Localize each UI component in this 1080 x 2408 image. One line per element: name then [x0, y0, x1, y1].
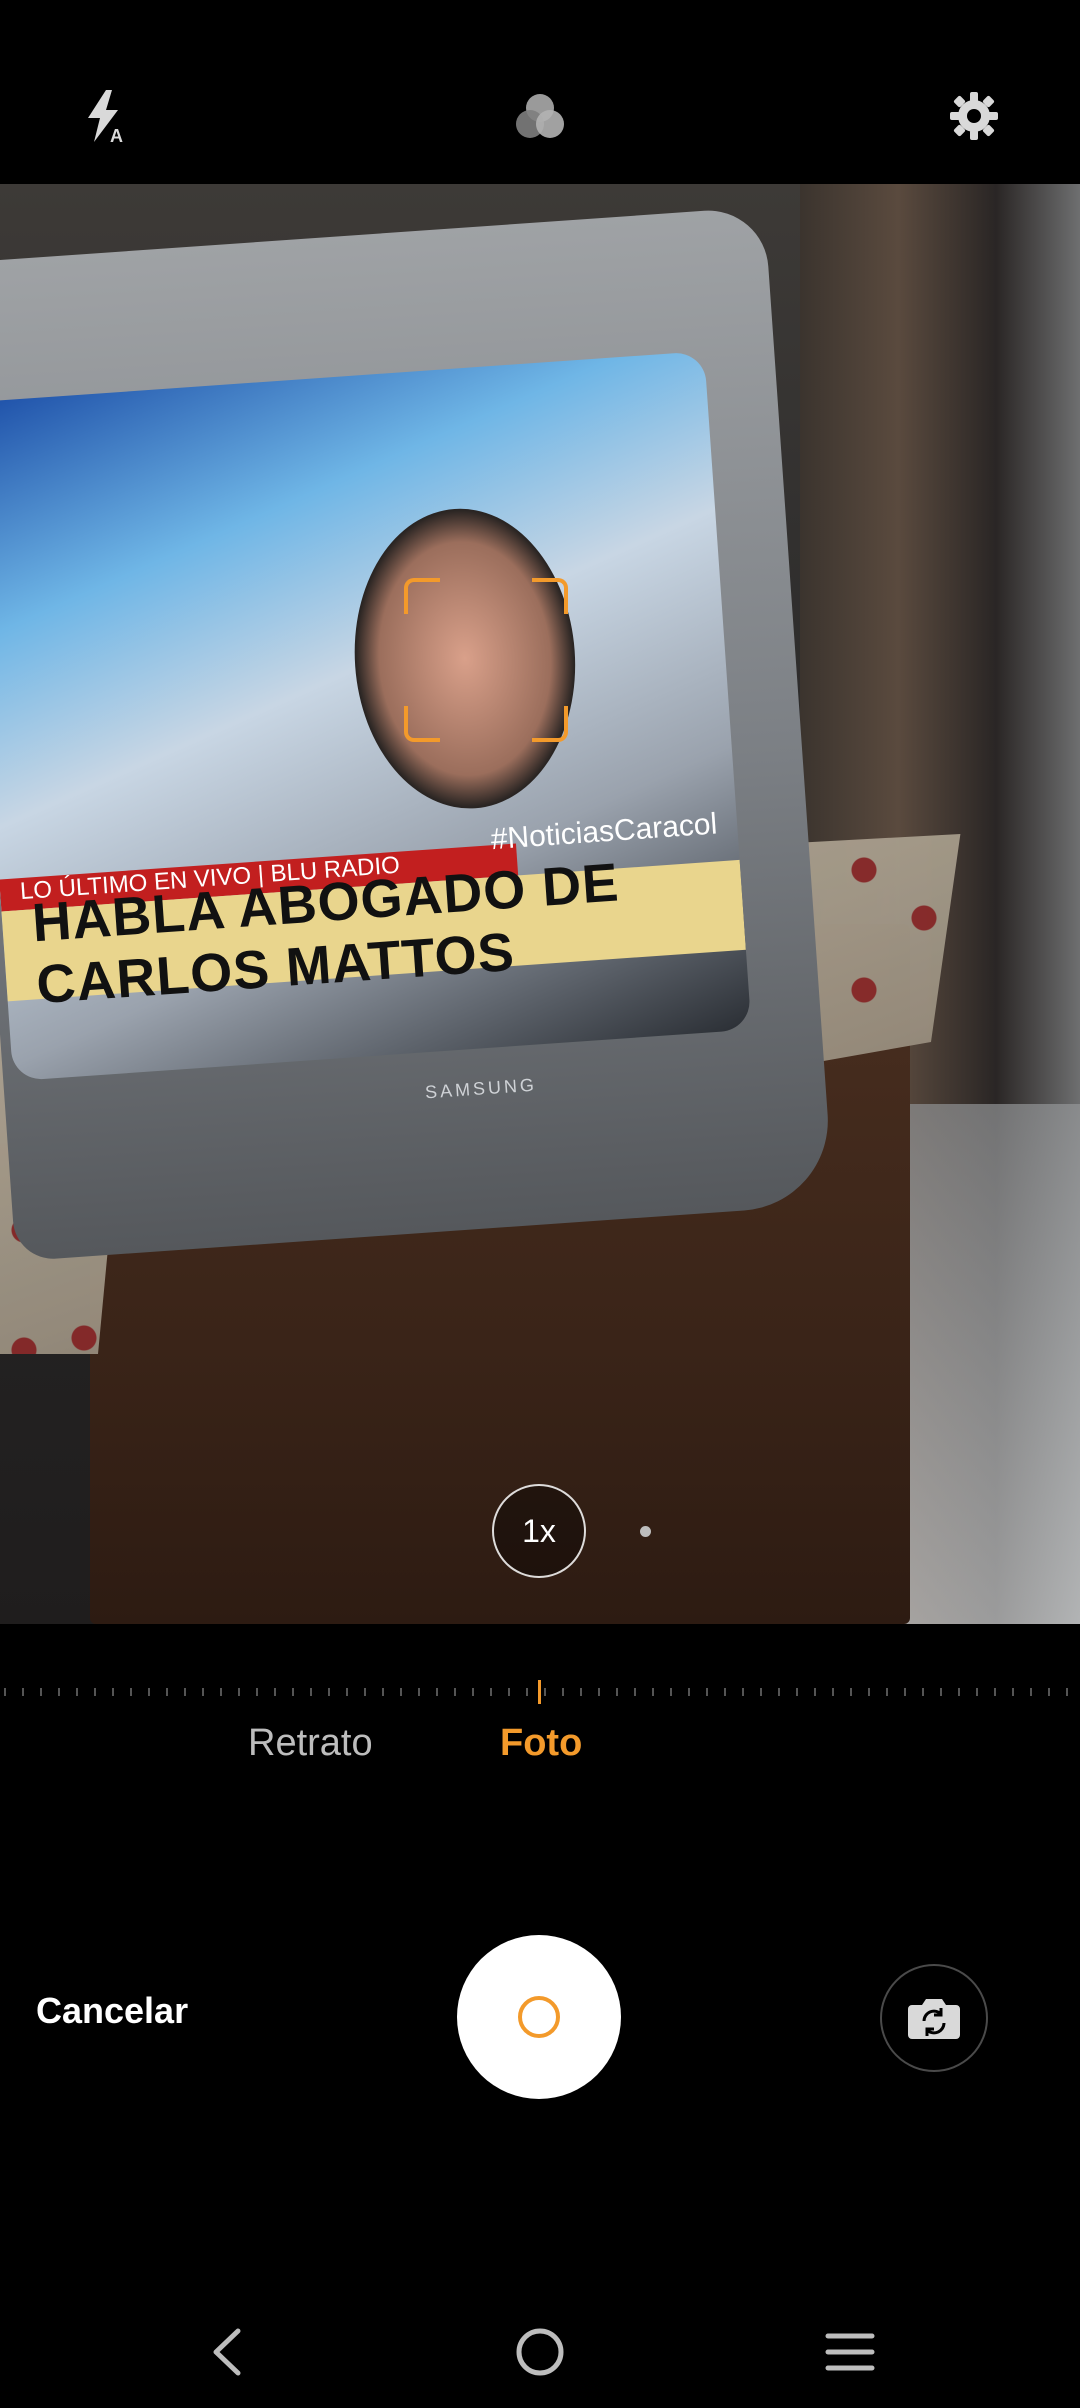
ruler-tick — [202, 1688, 204, 1696]
ruler-tick — [1048, 1688, 1050, 1696]
ruler-tick — [688, 1688, 690, 1696]
ruler-tick — [976, 1688, 978, 1696]
ruler-tick — [112, 1688, 114, 1696]
ruler-tick — [508, 1688, 510, 1696]
ruler-tick — [778, 1688, 780, 1696]
ruler-tick — [598, 1688, 600, 1696]
ruler-tick — [130, 1688, 132, 1696]
ruler-tick — [868, 1688, 870, 1696]
tv-brand: SAMSUNG — [424, 1074, 538, 1103]
ruler-tick — [904, 1688, 906, 1696]
ruler-tick — [652, 1688, 654, 1696]
ruler-tick — [274, 1688, 276, 1696]
ruler-tick — [616, 1688, 618, 1696]
ruler-tick — [40, 1688, 42, 1696]
ruler-tick — [724, 1688, 726, 1696]
ruler-tick — [184, 1688, 186, 1696]
focus-frame — [404, 578, 568, 742]
ruler-tick — [670, 1688, 672, 1696]
ruler-tick — [310, 1688, 312, 1696]
shutter-icon — [518, 1996, 560, 2038]
ruler-tick — [220, 1688, 222, 1696]
ruler-tick — [58, 1688, 60, 1696]
ruler-tick — [526, 1688, 528, 1696]
ruler-tick — [148, 1688, 150, 1696]
mode-scroll-ruler[interactable] — [0, 1680, 1080, 1706]
ruler-tick — [418, 1688, 420, 1696]
ruler-tick — [544, 1688, 546, 1696]
top-bar: A — [0, 0, 1080, 184]
ruler-tick — [562, 1688, 564, 1696]
ruler-tick — [886, 1688, 888, 1696]
ruler-tick — [4, 1688, 6, 1696]
system-nav-bar — [0, 2290, 1080, 2408]
ruler-tick — [1066, 1688, 1068, 1696]
svg-text:A: A — [110, 126, 123, 144]
mode-retrato[interactable]: Retrato — [248, 1722, 373, 1765]
ruler-center-marker — [538, 1680, 541, 1704]
menu-icon[interactable] — [820, 2322, 880, 2382]
filters-icon[interactable] — [508, 84, 572, 148]
ruler-tick — [706, 1688, 708, 1696]
ruler-tick — [760, 1688, 762, 1696]
cancel-button[interactable]: Cancelar — [36, 1990, 188, 2032]
ruler-tick — [76, 1688, 78, 1696]
ruler-tick — [454, 1688, 456, 1696]
ruler-tick — [742, 1688, 744, 1696]
flash-auto-icon[interactable]: A — [72, 84, 136, 148]
shutter-button[interactable] — [457, 1935, 621, 2099]
ruler-tick — [472, 1688, 474, 1696]
mode-foto[interactable]: Foto — [500, 1722, 582, 1765]
ruler-tick — [850, 1688, 852, 1696]
camera-viewfinder[interactable]: LO ÚLTIMO EN VIVO | BLU RADIO #NoticiasC… — [0, 184, 1080, 1624]
ruler-tick — [292, 1688, 294, 1696]
tv-screen: LO ÚLTIMO EN VIVO | BLU RADIO #NoticiasC… — [0, 351, 752, 1082]
ruler-tick — [1030, 1688, 1032, 1696]
ruler-tick — [832, 1688, 834, 1696]
switch-camera-button[interactable] — [880, 1964, 988, 2072]
zoom-level-dot[interactable] — [640, 1526, 651, 1537]
ruler-tick — [922, 1688, 924, 1696]
ruler-tick — [256, 1688, 258, 1696]
ruler-tick — [382, 1688, 384, 1696]
ruler-tick — [94, 1688, 96, 1696]
ruler-tick — [490, 1688, 492, 1696]
ruler-tick — [22, 1688, 24, 1696]
ruler-tick — [436, 1688, 438, 1696]
ruler-tick — [958, 1688, 960, 1696]
back-icon[interactable] — [198, 2322, 258, 2382]
ruler-tick — [328, 1688, 330, 1696]
ruler-tick — [634, 1688, 636, 1696]
ruler-tick — [940, 1688, 942, 1696]
zoom-button[interactable]: 1x — [492, 1484, 586, 1578]
ruler-tick — [346, 1688, 348, 1696]
ruler-tick — [580, 1688, 582, 1696]
home-icon[interactable] — [510, 2322, 570, 2382]
switch-camera-icon — [908, 1999, 960, 2039]
ruler-tick — [1012, 1688, 1014, 1696]
ruler-tick — [238, 1688, 240, 1696]
settings-gear-icon[interactable] — [942, 84, 1006, 148]
ruler-tick — [166, 1688, 168, 1696]
ruler-tick — [814, 1688, 816, 1696]
ruler-tick — [400, 1688, 402, 1696]
ruler-tick — [796, 1688, 798, 1696]
ruler-tick — [364, 1688, 366, 1696]
ruler-tick — [994, 1688, 996, 1696]
